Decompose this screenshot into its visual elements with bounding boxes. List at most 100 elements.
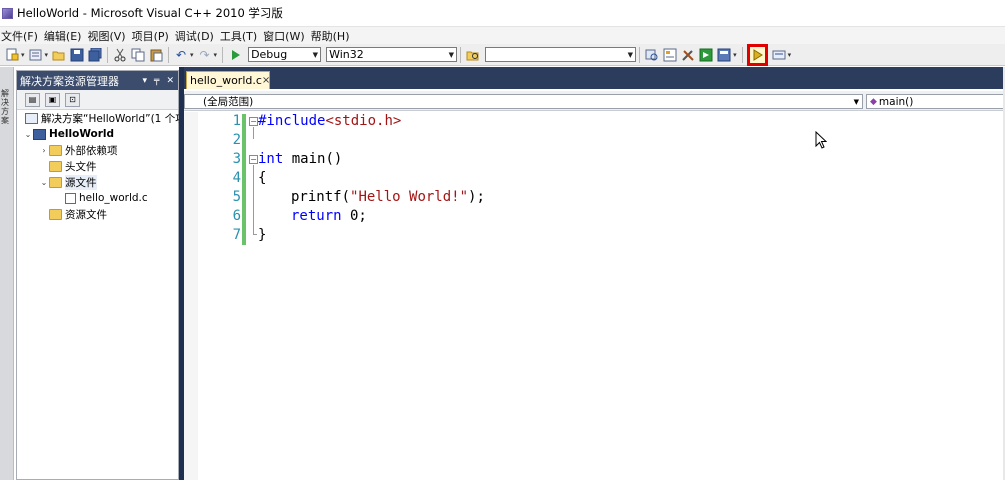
menu-project[interactable]: 项目(P) [131,28,174,44]
code-line-7: } [258,226,266,245]
paste-icon[interactable] [148,47,164,63]
preprocessor-token: #include [258,113,326,129]
panel-dropdown-icon[interactable]: ▾ [143,76,148,86]
tree-item-external-deps[interactable]: › 外部依赖项 [39,142,118,158]
keyword-token: int [258,151,284,167]
new-project-icon[interactable] [4,47,20,63]
title-bar: HelloWorld - Microsoft Visual C++ 2010 学… [0,0,1005,27]
function-icon: ◆ [870,96,877,107]
tree-item-resource-files[interactable]: 资源文件 [49,206,107,222]
menu-view[interactable]: 视图(V) [86,28,130,44]
tab-label: hello_world.c [190,74,262,87]
class-view-icon[interactable] [716,47,732,63]
line-number: 1 [232,113,241,129]
tree-item-source-file[interactable]: hello_world.c [65,190,148,206]
code-editor[interactable]: 1 2 3 4 5 6 7 − − #include<stdio.h> int … [184,112,1005,480]
start-without-debugging-icon[interactable] [746,43,768,66]
tree-item-source-files[interactable]: ⌄ 源文件 [39,174,97,190]
menu-window[interactable]: 窗口(W) [262,28,309,44]
start-page-icon[interactable] [698,47,714,63]
tree-item-solution[interactable]: 解决方案“HelloWorld”(1 个项目) [25,110,200,126]
menu-help[interactable]: 帮助(H) [310,28,355,44]
line-number: 5 [232,189,241,205]
menu-debug[interactable]: 调试(D) [174,28,219,44]
line-number: 7 [232,227,241,243]
add-item-icon[interactable] [28,47,44,63]
find-in-files-icon[interactable] [465,47,481,63]
line-number: 4 [232,170,241,186]
toolbar-overflow-icon[interactable]: ▾ [788,51,792,59]
close-icon[interactable]: ✕ [166,76,174,86]
expand-icon[interactable]: › [39,146,49,155]
left-tool-strip: 解决方案 [0,67,14,480]
include-path-token: <stdio.h> [325,113,402,129]
solution-config-select[interactable]: Debug ▼ [248,47,322,62]
toolbar-overflow-icon[interactable]: ▾ [733,51,737,59]
folder-icon [49,160,62,172]
solution-explorer-toolbar: ▤ ▣ ⊡ [17,90,178,110]
line-number: 2 [232,132,241,148]
indicator-margin [184,112,198,480]
project-icon [33,128,46,140]
menu-file[interactable]: 文件(F) [0,28,43,44]
save-icon[interactable] [69,47,85,63]
solution-icon [25,112,38,124]
undo-dropdown-icon[interactable]: ▾ [190,51,194,59]
tree-item-project[interactable]: ⌄ HelloWorld [23,126,114,142]
cut-icon[interactable] [112,47,128,63]
properties-icon[interactable] [662,47,678,63]
line-number: 6 [232,208,241,224]
code-line-5: printf("Hello World!"); [291,188,485,207]
keyword-token: return [291,208,342,224]
collapse-icon[interactable]: ⌄ [39,178,49,187]
new-project-dropdown-icon[interactable]: ▾ [21,51,25,59]
solution-explorer-header: 解决方案资源管理器 ▾ ╤ ✕ [17,71,178,90]
add-item-dropdown-icon[interactable]: ▾ [45,51,49,59]
find-combo[interactable]: ▼ [485,47,637,62]
collapse-region-icon[interactable]: − [249,155,258,164]
collapse-icon[interactable]: ⌄ [23,130,33,139]
menu-bar: 文件(F) 编辑(E) 视图(V) 项目(P) 调试(D) 工具(T) 窗口(W… [0,27,1005,44]
outline-line [253,127,254,139]
find-symbol-icon[interactable] [644,47,660,63]
code-line-1: #include<stdio.h> [258,112,401,131]
chevron-down-icon: ▼ [853,97,859,106]
tree-item-header-files[interactable]: 头文件 [49,158,97,174]
menu-tools[interactable]: 工具(T) [219,28,262,44]
toolbar-separator [107,46,109,63]
save-all-icon[interactable] [87,47,103,63]
toolbox-icon[interactable] [680,47,696,63]
redo-icon[interactable]: ↷ [197,47,213,63]
member-value: main() [878,95,914,108]
redo-dropdown-icon[interactable]: ▾ [214,51,218,59]
solution-explorer-side-tab[interactable]: 解决方案 [1,89,13,125]
member-dropdown[interactable]: ◆ main() [866,94,1005,109]
properties-icon[interactable]: ▤ [25,92,40,107]
show-all-files-icon[interactable]: ▣ [45,92,60,107]
close-tab-icon[interactable]: × [262,75,270,86]
toolbar-separator [222,46,224,63]
chevron-down-icon: ▼ [312,50,319,59]
solution-explorer-title: 解决方案资源管理器 [20,74,119,88]
panel-controls: ▾ ╤ ✕ [143,76,179,86]
copy-icon[interactable] [130,47,146,63]
chevron-down-icon: ▼ [448,50,455,59]
open-folder-icon [49,176,62,188]
solution-platform-select[interactable]: Win32 ▼ [326,47,458,62]
open-folder-icon[interactable] [51,47,67,63]
refresh-icon[interactable]: ⊡ [65,92,80,107]
tree-item-label: 外部依赖项 [65,144,118,157]
code-line-4: { [258,169,266,188]
pin-icon[interactable]: ╤ [154,76,159,86]
collapse-region-icon[interactable]: − [249,117,258,126]
tree-item-label: 头文件 [65,160,97,173]
editor-navigation-bar: (全局范围) ▼ ◆ main() [184,91,1005,111]
output-window-icon[interactable] [771,47,787,63]
undo-icon[interactable]: ↶ [173,47,189,63]
scope-dropdown[interactable]: (全局范围) ▼ [184,94,863,109]
code-token: 0; [341,208,367,224]
start-debugging-icon[interactable] [227,47,243,63]
tab-hello-world-c[interactable]: hello_world.c × [186,71,270,89]
toolbar-separator [639,46,641,63]
menu-edit[interactable]: 编辑(E) [43,28,87,44]
